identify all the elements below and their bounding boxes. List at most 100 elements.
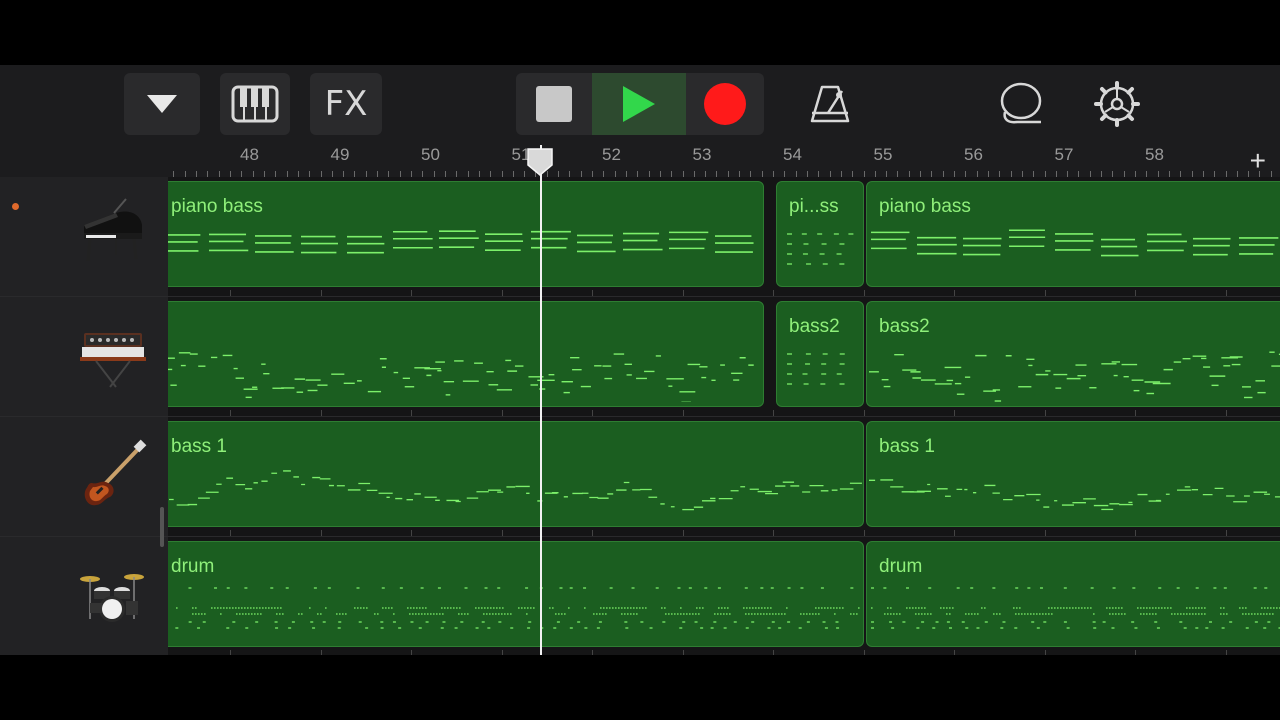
- region-label: drum: [879, 556, 923, 577]
- midi-region[interactable]: bass 1: [866, 421, 1280, 527]
- lane-bar-tick: [863, 410, 865, 416]
- keyboard-button[interactable]: [220, 73, 290, 135]
- ruler-bar-label: 49: [330, 145, 350, 164]
- timeline-ruler[interactable]: 48 49 50 51 52 53 54 55 56 57 58 +: [168, 145, 1280, 178]
- lane-bar-tick: [1044, 650, 1046, 655]
- track-header-drums[interactable]: [0, 537, 168, 655]
- toolbar: FX: [0, 65, 1280, 145]
- lane-bar-tick: [411, 290, 412, 296]
- region-notes: [787, 353, 845, 385]
- midi-region[interactable]: bass2: [776, 301, 864, 407]
- lane-bar-tick: [411, 650, 412, 655]
- lane-bar-tick: [592, 410, 593, 416]
- loop-browser-button[interactable]: [995, 81, 1045, 127]
- lane-bar-tick: [773, 650, 774, 655]
- lane-bar-tick: [682, 410, 684, 416]
- drum-kit-icon: [80, 574, 144, 622]
- ruler-bar-label: 50: [421, 145, 440, 164]
- gear-icon: [1094, 81, 1140, 127]
- lane-bar-tick: [230, 650, 231, 655]
- lane-bar-tick: [230, 290, 231, 296]
- synth-keyboard-icon: [80, 333, 146, 388]
- metronome-icon: [810, 85, 850, 123]
- lane-bar-tick: [863, 530, 865, 536]
- midi-region[interactable]: drum: [866, 541, 1280, 647]
- lane-bar-tick: [682, 650, 684, 655]
- lane-bar-tick: [863, 290, 865, 296]
- lane-bar-tick: [1044, 290, 1046, 296]
- play-button[interactable]: [592, 73, 686, 135]
- track-lane[interactable]: bass2 bass2: [168, 297, 1280, 417]
- settings-button[interactable]: [1092, 81, 1142, 127]
- metronome-button[interactable]: [805, 81, 855, 127]
- region-label: bass 1: [171, 436, 227, 457]
- transport-controls: [516, 73, 764, 135]
- playhead-handle[interactable]: [526, 147, 554, 177]
- lasso-icon: [1000, 82, 1042, 124]
- track-header-synth[interactable]: [0, 297, 168, 417]
- lane-bar-tick: [1044, 530, 1046, 536]
- tracks-view-dropdown[interactable]: [124, 73, 200, 135]
- ruler-bar-label: 57: [1054, 145, 1074, 164]
- midi-region[interactable]: pi...ss: [776, 181, 864, 287]
- lane-bar-tick: [501, 290, 503, 296]
- track-lane[interactable]: drum drum: [168, 537, 1280, 655]
- triangle-down-icon: [147, 95, 177, 113]
- track-header-bass-guitar[interactable]: [0, 417, 168, 537]
- midi-region[interactable]: bass 1: [168, 421, 864, 527]
- track-lane[interactable]: bass 1 bass 1: [168, 417, 1280, 537]
- playhead-line: [540, 145, 542, 655]
- midi-region[interactable]: [168, 301, 764, 407]
- lane-bar-tick: [1225, 290, 1227, 296]
- fx-icon: FX: [324, 84, 368, 124]
- track-headers: [0, 177, 168, 655]
- lane-bar-tick: [682, 290, 684, 296]
- stop-button[interactable]: [516, 73, 592, 135]
- lane-bar-tick: [320, 650, 322, 655]
- lane-bar-tick: [501, 650, 503, 655]
- lane-bar-tick: [863, 650, 865, 655]
- track-header-piano[interactable]: [0, 177, 168, 297]
- garageband-screen: FX 48 49 50 51 52 53 54 55 56 57 58 + pi…: [0, 65, 1280, 655]
- midi-region[interactable]: bass2: [866, 301, 1280, 407]
- region-label: bass2: [789, 316, 840, 337]
- ruler-bar-label: 53: [692, 145, 712, 164]
- track-lane[interactable]: piano bass pi...ss piano bass: [168, 177, 1280, 297]
- lane-bar-tick: [592, 650, 593, 655]
- lane-bar-tick: [773, 410, 774, 416]
- lane-bar-tick: [1135, 290, 1136, 296]
- lane-bar-tick: [411, 530, 412, 536]
- lane-bar-tick: [501, 530, 503, 536]
- track-lanes[interactable]: piano bass pi...ss piano bass bass2 bass2 bas…: [168, 177, 1280, 655]
- lane-bar-tick: [773, 290, 774, 296]
- lane-bar-tick: [773, 530, 774, 536]
- track-armed-indicator: [12, 203, 19, 210]
- region-label: pi...ss: [789, 196, 839, 217]
- lane-bar-tick: [1135, 410, 1136, 416]
- bass-guitar-icon: [84, 439, 147, 506]
- fx-button[interactable]: FX: [310, 73, 382, 135]
- region-notes: [168, 352, 754, 402]
- play-icon: [623, 86, 655, 122]
- region-label: bass 1: [879, 436, 935, 457]
- lane-bar-tick: [592, 530, 593, 536]
- add-section-button[interactable]: +: [1250, 147, 1266, 175]
- midi-region[interactable]: drum: [168, 541, 864, 647]
- midi-region[interactable]: piano bass: [168, 181, 764, 287]
- region-notes: [869, 351, 1280, 402]
- stop-icon: [536, 86, 572, 122]
- ruler-bar-label: 58: [1145, 145, 1164, 164]
- lane-bar-tick: [501, 410, 503, 416]
- region-notes: [175, 587, 860, 629]
- midi-region[interactable]: piano bass: [866, 181, 1280, 287]
- region-label: bass2: [879, 316, 930, 337]
- region-label: piano bass: [171, 196, 263, 217]
- lane-bar-tick: [592, 290, 593, 296]
- ruler-bar-label: 56: [964, 145, 983, 164]
- lane-bar-tick: [230, 410, 231, 416]
- track-list-scroll-indicator[interactable]: [160, 507, 164, 547]
- lane-bar-tick: [1225, 530, 1227, 536]
- region-notes: [871, 587, 1280, 629]
- ruler-bar-label: 54: [783, 145, 802, 164]
- record-button[interactable]: [686, 73, 764, 135]
